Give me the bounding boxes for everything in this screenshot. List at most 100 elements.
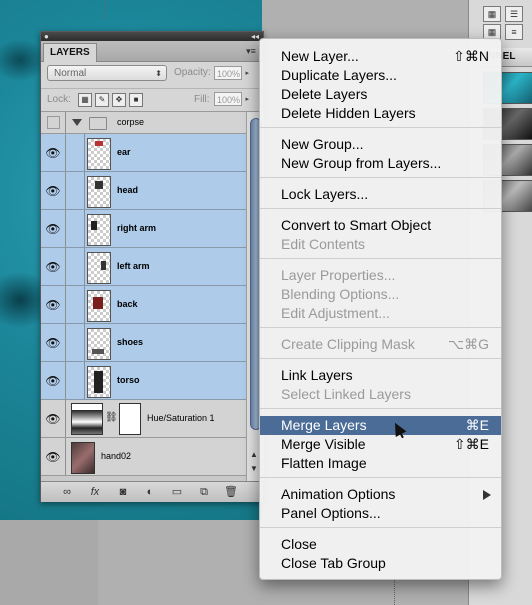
eye-icon[interactable]: 👁: [41, 286, 66, 323]
trash-icon[interactable]: 🗑: [223, 485, 239, 499]
layer-row[interactable]: 👁 torso: [41, 362, 246, 400]
menu-item-label: New Layer...: [281, 48, 359, 64]
layers-panel-menu: New Layer... ⇧⌘N Duplicate Layers... Dele…: [259, 38, 502, 580]
indent-spacer: [66, 362, 85, 399]
panel-menu-icon[interactable]: ▾≡: [243, 46, 259, 57]
layer-row[interactable]: 👁 back: [41, 286, 246, 324]
eye-icon[interactable]: 👁: [41, 400, 66, 437]
menu-item-close-tab-group[interactable]: Close Tab Group: [260, 554, 501, 573]
menu-item-label: Delete Layers: [281, 86, 368, 102]
layer-row[interactable]: 👁 right arm: [41, 210, 246, 248]
menu-separator: [260, 477, 501, 478]
document-icon[interactable]: ≡: [505, 24, 523, 40]
menu-item-panel-options[interactable]: Panel Options...: [260, 504, 501, 523]
menu-item-duplicate-layers[interactable]: Duplicate Layers...: [260, 66, 501, 85]
menu-item-new-layer[interactable]: New Layer... ⇧⌘N: [260, 47, 501, 66]
grid-icon[interactable]: ▦: [483, 6, 501, 22]
menu-separator: [260, 408, 501, 409]
opacity-value: 100%: [217, 69, 241, 79]
menu-item-label: Select Linked Layers: [281, 386, 411, 402]
menu-item-merge-layers[interactable]: Merge Layers ⌘E: [260, 416, 501, 435]
blend-mode-select[interactable]: Normal ⬍: [47, 65, 167, 81]
stepper-icon: ⬍: [155, 69, 162, 78]
visibility-toggle[interactable]: [41, 112, 66, 133]
lock-label: Lock:: [47, 94, 71, 105]
lock-move-icon[interactable]: ✥: [112, 93, 126, 107]
menu-item-label: Convert to Smart Object: [281, 217, 432, 233]
fx-icon[interactable]: fx: [87, 485, 103, 499]
menu-item-delete-hidden-layers[interactable]: Delete Hidden Layers: [260, 104, 501, 123]
guide-line: [104, 0, 105, 20]
eye-icon[interactable]: 👁: [41, 134, 66, 171]
menu-separator: [260, 258, 501, 259]
menu-separator: [260, 177, 501, 178]
fill-field[interactable]: 100% ▸: [214, 92, 249, 106]
layer-row[interactable]: 👁 head: [41, 172, 246, 210]
tool-icons: ▦ ☰ ▦ ≡: [481, 4, 529, 40]
scroll-up-icon[interactable]: ▲: [250, 450, 258, 459]
eye-icon[interactable]: 👁: [41, 210, 66, 247]
tab-layers[interactable]: LAYERS: [43, 43, 97, 62]
lock-transparency-icon[interactable]: ▦: [78, 93, 92, 107]
hue-saturation-icon: [71, 403, 103, 435]
menu-item-delete-layers[interactable]: Delete Layers: [260, 85, 501, 104]
layer-name: left arm: [117, 261, 150, 271]
indent-spacer: [66, 210, 85, 247]
layer-row[interactable]: 👁 left arm: [41, 248, 246, 286]
list-icon[interactable]: ☰: [505, 6, 523, 22]
menu-item-new-group-from-layers[interactable]: New Group from Layers...: [260, 154, 501, 173]
menu-item-layer-properties: Layer Properties...: [260, 266, 501, 285]
menu-item-merge-visible[interactable]: Merge Visible ⇧⌘E: [260, 435, 501, 454]
menu-item-close[interactable]: Close: [260, 535, 501, 554]
lock-brush-icon[interactable]: ✎: [95, 93, 109, 107]
menu-item-label: New Group...: [281, 136, 364, 152]
layer-name: back: [117, 299, 138, 309]
add-mask-icon[interactable]: ◙: [115, 485, 131, 499]
menu-item-label: Edit Adjustment...: [281, 305, 390, 321]
eye-icon[interactable]: 👁: [41, 172, 66, 209]
layer-row[interactable]: 👁 ear: [41, 134, 246, 172]
collapse-icon[interactable]: ◂◂: [251, 32, 259, 41]
eye-icon[interactable]: 👁: [41, 362, 66, 399]
menu-item-select-linked-layers: Select Linked Layers: [260, 385, 501, 404]
adjustment-layer-row[interactable]: 👁 ⛓ Hue/Saturation 1: [41, 400, 246, 438]
menu-item-new-group[interactable]: New Group...: [260, 135, 501, 154]
menu-item-animation-options[interactable]: Animation Options: [260, 485, 501, 504]
menu-item-link-layers[interactable]: Link Layers: [260, 366, 501, 385]
layer-name: hand02: [101, 451, 132, 461]
disclosure-icon[interactable]: ▸: [245, 67, 249, 81]
menu-item-label: Panel Options...: [281, 505, 381, 521]
menu-separator: [260, 127, 501, 128]
lock-all-icon[interactable]: ■: [129, 93, 143, 107]
new-group-icon[interactable]: ▭: [169, 485, 185, 499]
indent-spacer: [66, 286, 85, 323]
disclosure-icon[interactable]: ▸: [245, 93, 249, 107]
layer-name: right arm: [117, 223, 157, 233]
menu-item-lock-layers[interactable]: Lock Layers...: [260, 185, 501, 204]
adjustment-layer-icon[interactable]: ◐: [142, 485, 158, 499]
menu-item-flatten-image[interactable]: Flatten Image: [260, 454, 501, 473]
scroll-down-icon[interactable]: ▼: [250, 464, 258, 473]
menu-item-label: Delete Hidden Layers: [281, 105, 416, 121]
close-icon[interactable]: ●: [44, 32, 49, 41]
menu-item-label: Link Layers: [281, 367, 353, 383]
link-layers-icon[interactable]: ∞: [59, 485, 75, 499]
link-icon[interactable]: ⛓: [105, 412, 118, 423]
eye-icon[interactable]: 👁: [41, 324, 66, 361]
eye-icon[interactable]: 👁: [41, 248, 66, 285]
menu-item-label: Lock Layers...: [281, 186, 369, 202]
opacity-label: Opacity:: [174, 67, 211, 78]
expand-triangle-icon[interactable]: [72, 119, 82, 126]
layer-mask-thumbnail[interactable]: [119, 403, 141, 435]
opacity-field[interactable]: 100% ▸: [214, 66, 249, 80]
blend-row: Normal ⬍ Opacity: 100% ▸: [41, 62, 263, 86]
new-layer-icon[interactable]: ⧉: [196, 485, 212, 499]
layer-row[interactable]: 👁 shoes: [41, 324, 246, 362]
panel-titlebar[interactable]: ● ◂◂: [41, 32, 263, 41]
eye-icon[interactable]: 👁: [41, 438, 66, 475]
menu-item-convert-to-smart-object[interactable]: Convert to Smart Object: [260, 216, 501, 235]
menu-item-shortcut: ⇧⌘E: [453, 436, 489, 452]
layer-group-row[interactable]: corpse: [41, 112, 246, 134]
layer-row[interactable]: 👁 hand02: [41, 438, 246, 476]
panel-footer: ∞ fx ◙ ◐ ▭ ⧉ 🗑: [41, 481, 263, 502]
